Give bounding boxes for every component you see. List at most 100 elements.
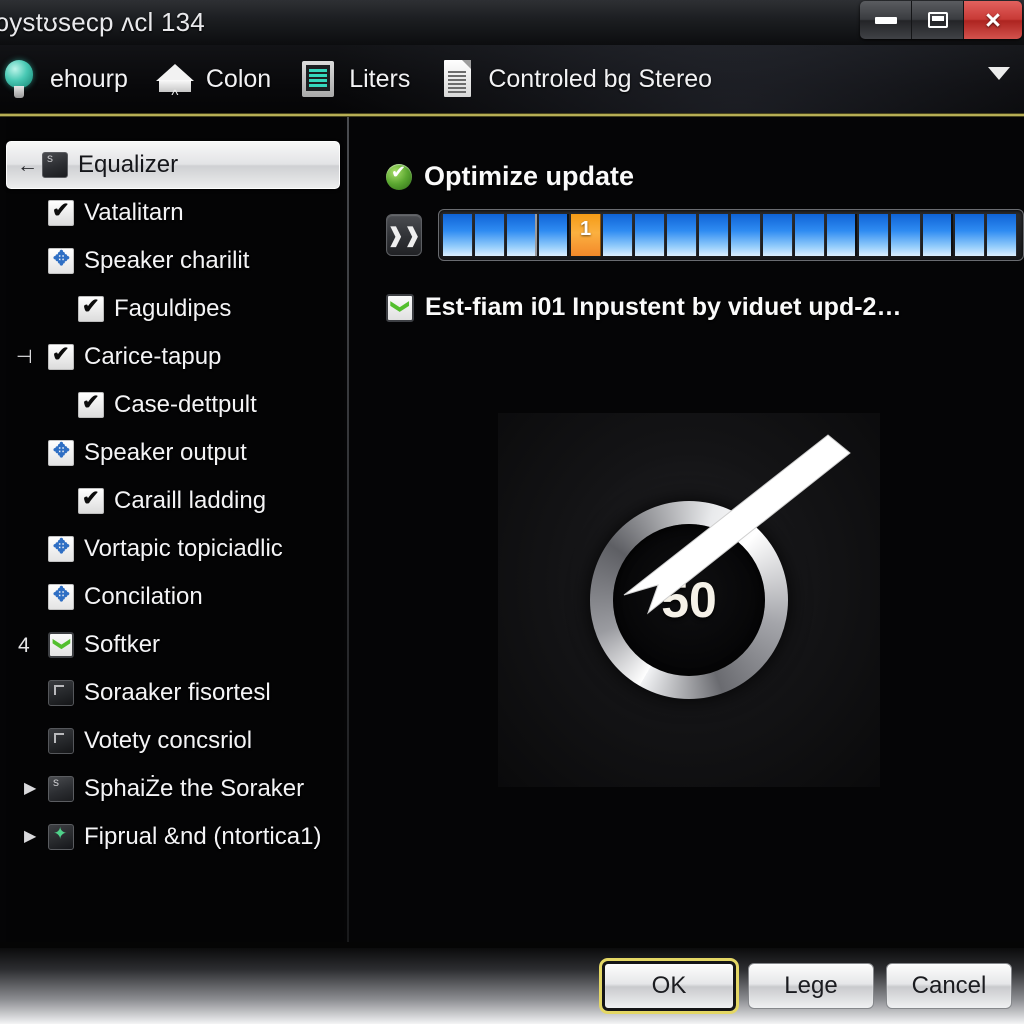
sidebar-item-carice-tapup[interactable]: ⊣ Carice-tapup	[6, 333, 344, 381]
toolbar-label-colon: Colon	[205, 64, 272, 93]
panel-icon	[297, 58, 339, 100]
slider-segment[interactable]	[795, 214, 825, 256]
slider-segment[interactable]	[443, 214, 473, 256]
expand-triangle-icon[interactable]: ▶	[24, 828, 42, 846]
sidebar-item-label: Speaker charilit	[84, 247, 250, 274]
segment-slider-row: ❱❱ 1 + ⧗	[386, 209, 1024, 261]
slider-segment[interactable]	[763, 214, 793, 256]
close-button[interactable]: ×	[964, 1, 1022, 39]
toolbar-label-liters: Liters	[349, 64, 411, 93]
toolbar-item-controled-bg-stereo[interactable]: Controled bg Stereo	[436, 58, 712, 100]
sidebar-item-label: Votety concsriol	[84, 727, 253, 754]
green-leaf-icon	[48, 824, 74, 850]
slider-segment[interactable]	[891, 214, 921, 256]
toolbar-item-liters[interactable]: Liters	[297, 58, 410, 100]
checkbox-checked[interactable]	[78, 486, 104, 514]
checkbox-checked[interactable]	[78, 294, 104, 322]
slider-segment[interactable]	[699, 214, 729, 256]
house-icon: ^	[154, 58, 196, 103]
button-label: Lege	[784, 972, 838, 999]
slider-segment[interactable]	[955, 214, 985, 256]
toolbar-label-ehourp: ehourp	[50, 64, 128, 93]
sidebar-item-label: Faguldipes	[114, 295, 232, 322]
settings-panel: Optimize update ❱❱ 1 + ⧗ Est-fiam i01 In…	[352, 117, 1024, 942]
sidebar-item-softker[interactable]: 4 Softker	[6, 621, 344, 669]
slider-segment[interactable]	[603, 214, 633, 256]
pin-marker-icon: ⊣	[16, 346, 33, 368]
segment-slider-track[interactable]: 1	[438, 209, 1024, 261]
sidebar-item-label: Caraill ladding	[114, 487, 267, 514]
restore-icon	[927, 12, 948, 28]
panel-heading-label: Optimize update	[424, 161, 635, 191]
ok-button[interactable]: OK	[599, 958, 739, 1014]
panel-heading: Optimize update	[386, 161, 634, 192]
move-icon	[48, 534, 74, 562]
green-check-icon	[48, 632, 74, 658]
sidebar-item-votety-concsriol[interactable]: Votety concsriol	[6, 717, 344, 765]
dark-tile-icon	[42, 151, 68, 178]
sidebar-item-sphai-e-the-soraker[interactable]: ▶ SphaiŻe the Soraker	[6, 765, 344, 813]
sidebar-item-label: Equalizer	[78, 151, 179, 178]
slider-segment[interactable]	[539, 214, 569, 256]
slider-segment[interactable]	[507, 214, 537, 256]
checkbox-checked[interactable]	[48, 342, 74, 370]
sidebar-item-speaker-charilit[interactable]: Speaker charilit	[6, 237, 344, 285]
row-marker: 4	[18, 633, 30, 657]
slider-segment[interactable]	[475, 214, 505, 256]
sidebar-item-label: Case-dettpult	[114, 391, 257, 418]
sidebar-item-equalizer[interactable]: ← Equalizer	[6, 141, 340, 189]
slider-segment[interactable]	[827, 214, 857, 256]
slider-segment[interactable]	[731, 214, 761, 256]
sidebar-item-faguldipes[interactable]: Faguldipes	[6, 285, 344, 333]
close-icon: ×	[985, 4, 1001, 35]
button-label: OK	[651, 972, 687, 999]
slider-segment[interactable]	[667, 214, 697, 256]
restore-button[interactable]	[912, 1, 964, 39]
sidebar-item-label: Concilation	[84, 583, 203, 610]
title-bar: ɔystʊsecp ʌcl 134 ×	[0, 0, 1024, 45]
sidebar-item-case-dettpult[interactable]: Case-dettpult	[6, 381, 344, 429]
sidebar-tree: ← Equalizer Vatalitarn Speaker charilit Fagu…	[6, 117, 344, 942]
sidebar-item-label: Speaker output	[84, 439, 247, 466]
slider-segment-active[interactable]: 1	[571, 214, 601, 256]
back-arrow-icon[interactable]: ←	[17, 155, 38, 176]
footer-bar: OK Lege Cancel	[0, 948, 1024, 1024]
window-title: ɔystʊsecp ʌcl 134	[0, 7, 205, 37]
update-checkbox-row[interactable]: Est-fiam i01 Inpustent by viduet upd-2…	[386, 293, 901, 322]
application-window: ɔystʊsecp ʌcl 134 × ehourp ^ Colon Liter…	[0, 0, 1024, 1024]
lege-button[interactable]: Lege	[748, 963, 874, 1009]
slider-segment[interactable]	[923, 214, 953, 256]
chevron-down-icon[interactable]	[988, 67, 1010, 80]
sidebar-item-label: Fiprual &nd (ntortica1)	[84, 823, 322, 850]
dark-tile-icon	[48, 775, 74, 802]
dial-face: 50	[613, 524, 765, 676]
dial-ring[interactable]: 50	[590, 501, 788, 699]
cancel-button[interactable]: Cancel	[886, 963, 1012, 1009]
slider-segment[interactable]	[859, 214, 889, 256]
sidebar-item-soraaker-fisortesl[interactable]: Soraaker fisortesl	[6, 669, 344, 717]
sidebar-item-caraill-ladding[interactable]: Caraill ladding	[6, 477, 344, 525]
slider-segment-label: 1	[579, 218, 592, 240]
button-label: Cancel	[911, 972, 987, 999]
toolbar-item-ehourp[interactable]: ehourp	[0, 58, 128, 100]
sidebar-item-vortapic-topiciadlic[interactable]: Vortapic topiciadlic	[6, 525, 344, 573]
sidebar-item-concilation[interactable]: Concilation	[6, 573, 344, 621]
sidebar-item-label: Soraaker fisortesl	[84, 679, 271, 706]
sidebar-item-fiprual-nd-ntortica1[interactable]: ▶ Fiprual &nd (ntortica1)	[6, 813, 344, 861]
sidebar-item-speaker-output[interactable]: Speaker output	[6, 429, 344, 477]
slider-segment[interactable]	[987, 214, 1017, 256]
slider-prev-button[interactable]: ❱❱	[386, 214, 422, 256]
toolbar-item-colon[interactable]: ^ Colon	[154, 58, 272, 103]
sidebar-item-label: SphaiŻe the Soraker	[84, 775, 305, 802]
expand-triangle-icon[interactable]: ▶	[24, 780, 42, 798]
update-checkbox[interactable]	[386, 293, 414, 322]
slider-segment[interactable]	[635, 214, 665, 256]
checkbox-checked[interactable]	[48, 198, 74, 226]
update-checkbox-label: Est-fiam i01 Inpustent by viduet upd-2…	[425, 293, 902, 321]
corner-tile-icon	[48, 728, 74, 754]
checkbox-checked[interactable]	[78, 390, 104, 418]
document-icon	[436, 58, 478, 100]
dial-widget[interactable]: 50	[498, 413, 880, 787]
minimize-button[interactable]	[860, 1, 912, 39]
sidebar-item-vatalitarn[interactable]: Vatalitarn	[6, 189, 344, 237]
